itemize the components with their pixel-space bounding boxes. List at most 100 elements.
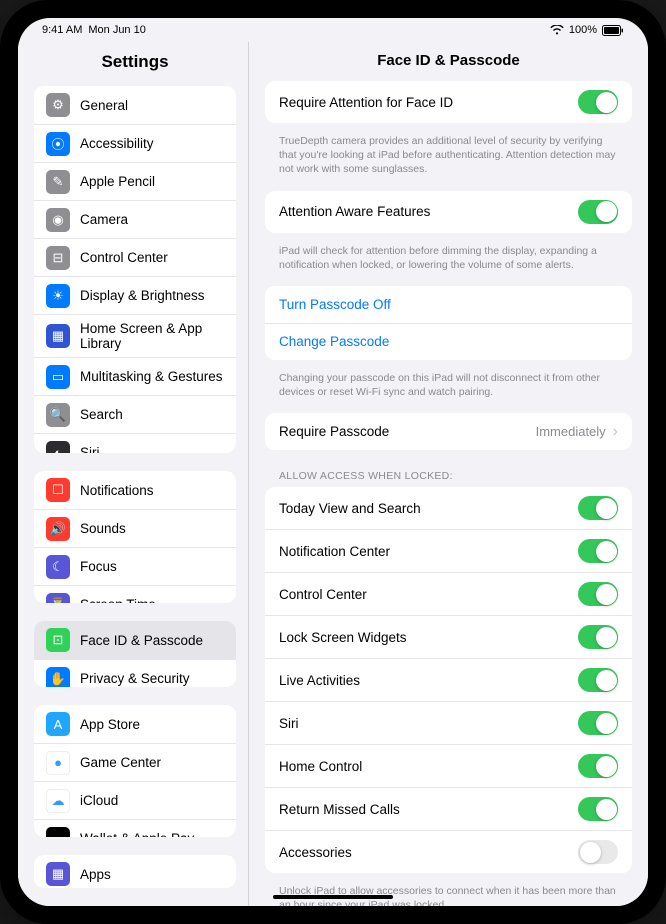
sidebar-item-display-brightness[interactable]: ☀Display & Brightness	[34, 276, 236, 314]
access-siri-row[interactable]: Siri	[265, 701, 632, 744]
sidebar-icon: ⊟	[46, 246, 70, 270]
sidebar-title: Settings	[34, 42, 236, 86]
turn-passcode-off-button[interactable]: Turn Passcode Off	[265, 286, 632, 323]
sidebar-icon: ▦	[46, 862, 70, 886]
require-passcode-value: Immediately	[536, 424, 606, 439]
screen: 9:41 AM Mon Jun 10 100% Settings ⚙Genera…	[18, 18, 648, 906]
sidebar-item-label: Face ID & Passcode	[80, 633, 203, 648]
sidebar-icon: ✋	[46, 667, 70, 687]
attention-aware-toggle[interactable]	[578, 200, 618, 224]
access-notification-center-row[interactable]: Notification Center	[265, 529, 632, 572]
sidebar-icon: 🔊	[46, 517, 70, 541]
access-lock-screen-widgets-row[interactable]: Lock Screen Widgets	[265, 615, 632, 658]
access-accessories-toggle[interactable]	[578, 840, 618, 864]
access-accessories-row[interactable]: Accessories	[265, 830, 632, 873]
sidebar-item-label: Focus	[80, 559, 117, 574]
row-label: Return Missed Calls	[279, 802, 400, 817]
sidebar-item-notifications[interactable]: ☐Notifications	[34, 471, 236, 509]
require-attention-toggle[interactable]	[578, 90, 618, 114]
home-indicator[interactable]	[273, 895, 393, 899]
access-live-activities-toggle[interactable]	[578, 668, 618, 692]
row-label: Siri	[279, 716, 299, 731]
sidebar-item-screen-time[interactable]: ⏳ Screen Time	[34, 585, 236, 603]
require-attention-row[interactable]: Require Attention for Face ID	[265, 81, 632, 123]
sidebar-icon: A	[46, 712, 70, 736]
status-time: 9:41 AM	[42, 24, 82, 36]
access-today-view-and-search-row[interactable]: Today View and Search	[265, 487, 632, 529]
access-live-activities-row[interactable]: Live Activities	[265, 658, 632, 701]
sidebar-item-control-center[interactable]: ⊟ Control Center	[34, 238, 236, 276]
access-locked-list: Today View and Search Notification Center…	[265, 487, 632, 873]
access-return-missed-calls-toggle[interactable]	[578, 797, 618, 821]
sidebar-item-wallet-apple-pay[interactable]: ▭Wallet & Apple Pay	[34, 819, 236, 837]
row-label: Accessories	[279, 845, 352, 860]
sidebar-item-label: Game Center	[80, 755, 161, 770]
row-label: Today View and Search	[279, 501, 421, 516]
sidebar-item-apple-pencil[interactable]: ✎Apple Pencil	[34, 162, 236, 200]
sidebar-item-home-screen-app-library[interactable]: ▦ Home Screen & App Library	[34, 314, 236, 357]
change-passcode-button[interactable]: Change Passcode	[265, 323, 632, 360]
sidebar-item-game-center[interactable]: ●Game Center	[34, 743, 236, 781]
access-control-center-toggle[interactable]	[578, 582, 618, 606]
row-label: Live Activities	[279, 673, 360, 688]
sidebar-item-label: Display & Brightness	[80, 288, 205, 303]
sidebar-item-label: Search	[80, 407, 123, 422]
sidebar-item-accessibility[interactable]: ⦿Accessibility	[34, 124, 236, 162]
sidebar-item-multitasking-gestures[interactable]: ▭Multitasking & Gestures	[34, 357, 236, 395]
sidebar-item-label: Home Screen & App Library	[80, 321, 224, 351]
sidebar-item-siri[interactable]: ◐ Siri	[34, 433, 236, 453]
access-control-center-row[interactable]: Control Center	[265, 572, 632, 615]
access-notification-center-toggle[interactable]	[578, 539, 618, 563]
sidebar-item-icloud[interactable]: ☁ iCloud	[34, 781, 236, 819]
row-label: Lock Screen Widgets	[279, 630, 407, 645]
sidebar-item-app-store[interactable]: A App Store	[34, 705, 236, 743]
sidebar-item-general[interactable]: ⚙General	[34, 86, 236, 124]
sidebar-icon: ▦	[46, 324, 70, 348]
require-passcode-label: Require Passcode	[279, 424, 389, 439]
sidebar-item-label: Control Center	[80, 250, 168, 265]
sidebar-icon: ⊡	[46, 628, 70, 652]
settings-sidebar[interactable]: Settings ⚙General⦿Accessibility✎Apple Pe…	[18, 42, 248, 906]
access-today-view-and-search-toggle[interactable]	[578, 496, 618, 520]
sidebar-icon: ☾	[46, 555, 70, 579]
sidebar-icon: ☁	[46, 789, 70, 813]
sidebar-item-label: Screen Time	[80, 597, 156, 603]
sidebar-item-search[interactable]: 🔍 Search	[34, 395, 236, 433]
sidebar-item-label: Accessibility	[80, 136, 154, 151]
sidebar-item-label: Siri	[80, 445, 100, 453]
detail-title: Face ID & Passcode	[249, 42, 648, 81]
require-attention-label: Require Attention for Face ID	[279, 95, 453, 110]
battery-icon	[602, 25, 624, 36]
sidebar-icon: ◐	[46, 441, 70, 454]
sidebar-icon: ⚙	[46, 93, 70, 117]
access-home-control-row[interactable]: Home Control	[265, 744, 632, 787]
access-lock-screen-widgets-toggle[interactable]	[578, 625, 618, 649]
sidebar-icon: ⏳	[46, 593, 70, 603]
statusbar: 9:41 AM Mon Jun 10 100%	[18, 18, 648, 42]
access-siri-toggle[interactable]	[578, 711, 618, 735]
sidebar-item-label: Camera	[80, 212, 128, 227]
access-return-missed-calls-row[interactable]: Return Missed Calls	[265, 787, 632, 830]
sidebar-item-face-id-passcode[interactable]: ⊡ Face ID & Passcode	[34, 621, 236, 659]
passcode-actions-footer: Changing your passcode on this iPad will…	[265, 366, 632, 413]
detail-scroll[interactable]: Require Attention for Face ID TrueDepth …	[249, 81, 648, 906]
sidebar-icon: ☐	[46, 478, 70, 502]
sidebar-item-privacy-security[interactable]: ✋ Privacy & Security	[34, 659, 236, 687]
require-passcode-row[interactable]: Require Passcode Immediately ›	[265, 413, 632, 450]
sidebar-item-sounds[interactable]: 🔊Sounds	[34, 509, 236, 547]
sidebar-icon: 🔍	[46, 403, 70, 427]
sidebar-item-label: iCloud	[80, 793, 118, 808]
sidebar-item-label: Apps	[80, 867, 111, 882]
device-frame: 9:41 AM Mon Jun 10 100% Settings ⚙Genera…	[0, 0, 666, 924]
access-home-control-toggle[interactable]	[578, 754, 618, 778]
row-label: Control Center	[279, 587, 367, 602]
sidebar-item-camera[interactable]: ◉Camera	[34, 200, 236, 238]
attention-aware-row[interactable]: Attention Aware Features	[265, 191, 632, 233]
detail-pane: Face ID & Passcode Require Attention for…	[248, 42, 648, 906]
sidebar-item-label: App Store	[80, 717, 140, 732]
sidebar-item-label: Privacy & Security	[80, 671, 190, 686]
attention-aware-footer: iPad will check for attention before dim…	[265, 239, 632, 286]
sidebar-item-focus[interactable]: ☾ Focus	[34, 547, 236, 585]
wifi-icon	[550, 25, 564, 35]
sidebar-item-apps[interactable]: ▦ Apps	[34, 855, 236, 888]
